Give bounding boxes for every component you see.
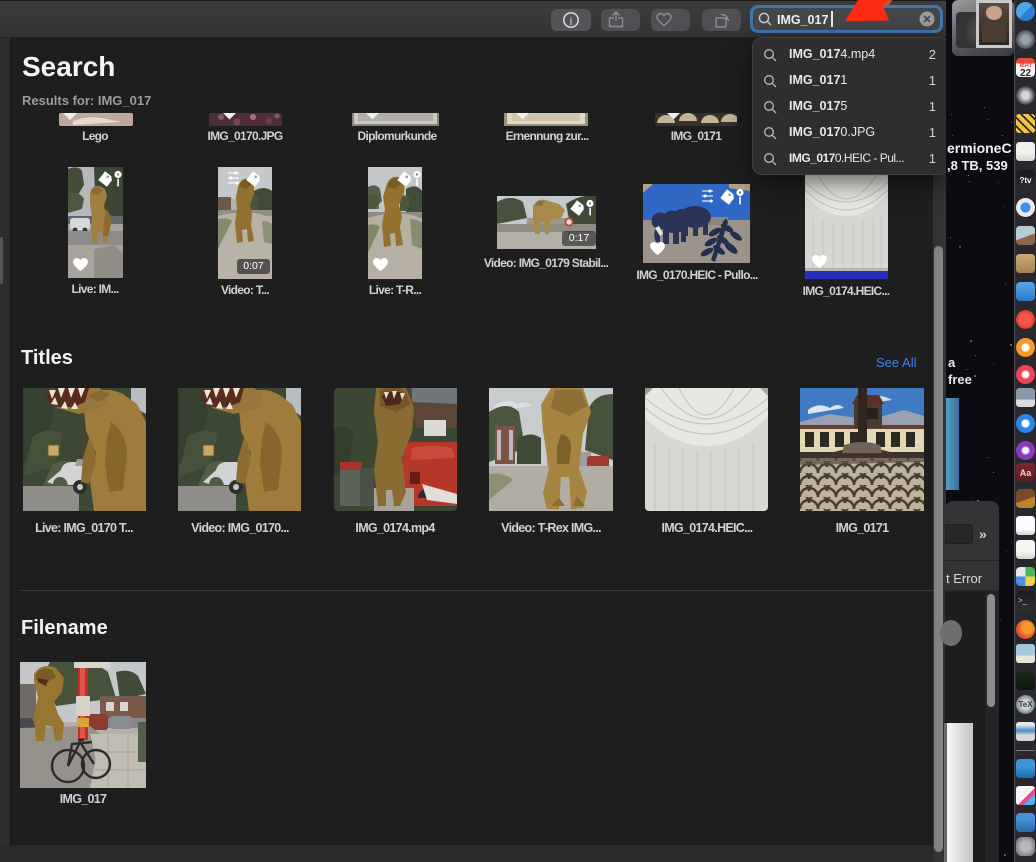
svg-text:i: i <box>569 16 572 28</box>
